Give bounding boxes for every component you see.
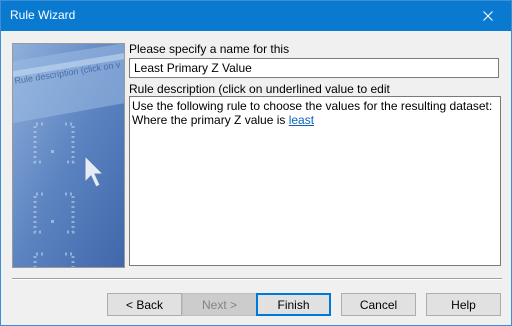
description-line-2-text: Where the primary Z value is (132, 113, 289, 127)
name-label: Please specify a name for this (129, 42, 290, 56)
rule-name-input[interactable] (129, 58, 499, 78)
cancel-button[interactable]: Cancel (341, 293, 416, 316)
separator (12, 278, 502, 280)
description-line-2: Where the primary Z value is least (132, 113, 498, 127)
least-value-link[interactable]: least (289, 113, 314, 127)
close-icon (483, 11, 493, 21)
rule-description-box: Use the following rule to choose the val… (129, 96, 501, 266)
wizard-side-image: Rule description (click on v (12, 43, 125, 268)
next-button[interactable]: Next > (182, 293, 257, 316)
title-bar[interactable]: Rule Wizard (1, 1, 511, 31)
rule-wizard-dialog: Rule Wizard Rule description (click on v (0, 0, 512, 326)
description-label: Rule description (click on underlined va… (129, 82, 390, 96)
help-button[interactable]: Help (426, 293, 501, 316)
close-button[interactable] (465, 1, 511, 31)
finish-button[interactable]: Finish (256, 293, 331, 316)
description-line-1: Use the following rule to choose the val… (132, 99, 493, 113)
window-title: Rule Wizard (10, 8, 76, 22)
back-button[interactable]: < Back (107, 293, 182, 316)
